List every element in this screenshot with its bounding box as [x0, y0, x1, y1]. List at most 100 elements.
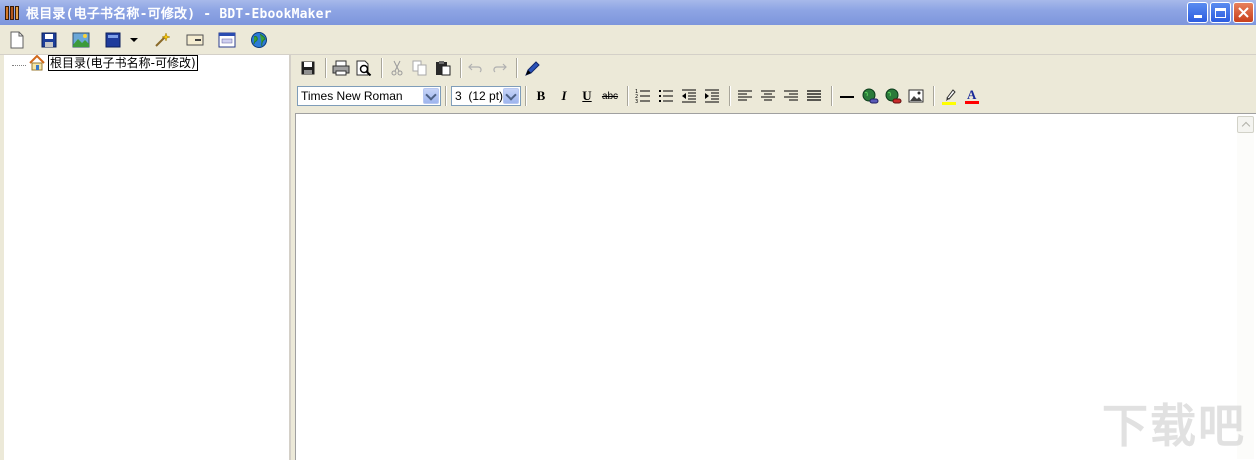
undo-icon: [468, 63, 482, 73]
close-button[interactable]: [1233, 2, 1254, 23]
new-button[interactable]: [6, 29, 28, 51]
separator: [831, 86, 833, 106]
align-left-button[interactable]: [735, 86, 755, 106]
italic-button[interactable]: I: [554, 86, 574, 106]
maximize-button[interactable]: [1210, 2, 1231, 23]
watermark: 下载吧: [1102, 399, 1246, 453]
align-right-button[interactable]: [781, 86, 801, 106]
font-color-label: A: [967, 87, 977, 102]
wand-button[interactable]: [152, 29, 174, 51]
unlink-globe-icon: [885, 88, 902, 104]
book-dropdown-arrow[interactable]: [130, 37, 138, 42]
book-button[interactable]: [102, 29, 124, 51]
underline-label: U: [582, 88, 592, 103]
svg-text:3: 3: [635, 99, 638, 104]
link-globe-icon: [862, 88, 879, 104]
tree-root-node[interactable]: 根目录(电子书名称-可修改): [12, 55, 198, 71]
card-button[interactable]: [184, 29, 206, 51]
insert-link-button[interactable]: [860, 86, 880, 106]
chapter-tree[interactable]: 根目录(电子书名称-可修改): [4, 55, 291, 460]
bold-button[interactable]: B: [531, 86, 551, 106]
cut-button[interactable]: [387, 58, 407, 78]
home-icon: [29, 55, 45, 71]
horizontal-rule-button[interactable]: [837, 86, 857, 106]
window-controls: [1187, 2, 1254, 23]
save-button[interactable]: [38, 29, 60, 51]
tree-root-label[interactable]: 根目录(电子书名称-可修改): [48, 55, 198, 71]
insert-image-button[interactable]: [70, 29, 92, 51]
font-name-select[interactable]: Times New Roman: [297, 86, 441, 106]
highlight-button[interactable]: [939, 86, 959, 106]
new-icon: [10, 31, 24, 48]
wand-icon: [155, 31, 171, 47]
bullet-list-button[interactable]: [656, 86, 676, 106]
editor-toolbar-top: [295, 55, 1256, 81]
window-icon: [218, 32, 236, 47]
align-left-icon: [738, 90, 752, 101]
editor-content-area[interactable]: 下载吧: [295, 113, 1256, 460]
insert-image-editor-button[interactable]: [906, 86, 926, 106]
app-books-icon: [5, 5, 21, 21]
separator: [381, 58, 383, 78]
print-icon: [332, 60, 350, 76]
editor-toolbar-format: Times New Roman 3 (12 pt) B I U abc 123: [295, 83, 1256, 109]
font-name-value: Times New Roman: [301, 89, 403, 103]
paste-button[interactable]: [433, 58, 453, 78]
window-title: 根目录(电子书名称-可修改) - BDT-EbookMaker: [26, 7, 332, 22]
underline-button[interactable]: U: [577, 86, 597, 106]
chevron-down-icon[interactable]: [503, 88, 519, 104]
font-color-button[interactable]: A: [962, 86, 982, 106]
justify-button[interactable]: [804, 86, 824, 106]
justify-icon: [807, 90, 821, 101]
separator: [729, 86, 731, 106]
pen-icon: [525, 61, 540, 76]
outdent-icon: [682, 89, 696, 103]
print-button[interactable]: [331, 58, 351, 78]
cut-icon: [391, 60, 403, 76]
book-icon: [105, 32, 121, 47]
separator: [933, 86, 935, 106]
font-color-icon: A: [965, 87, 979, 104]
bullet-list-icon: [659, 90, 673, 102]
remove-link-button[interactable]: [883, 86, 903, 106]
card-icon: [186, 34, 204, 45]
scroll-up-button[interactable]: [1237, 116, 1254, 133]
copy-button[interactable]: [410, 58, 430, 78]
html-editor: Times New Roman 3 (12 pt) B I U abc 123: [295, 55, 1256, 460]
redo-icon: [493, 63, 507, 73]
print-preview-button[interactable]: [354, 58, 374, 78]
redo-button[interactable]: [489, 58, 509, 78]
highlighter-icon: [942, 89, 956, 105]
minimize-button[interactable]: [1187, 2, 1208, 23]
separator: [516, 58, 518, 78]
font-size-value: 3 (12 pt): [455, 89, 504, 103]
editor-save-button[interactable]: [298, 58, 318, 78]
separator: [460, 58, 462, 78]
image-icon: [72, 32, 90, 47]
strikethrough-button[interactable]: abc: [600, 86, 620, 106]
title-bar[interactable]: 根目录(电子书名称-可修改) - BDT-EbookMaker: [0, 0, 1256, 25]
separator: [525, 86, 527, 106]
chevron-down-icon[interactable]: [423, 88, 439, 104]
undo-button[interactable]: [466, 58, 486, 78]
separator: [325, 58, 327, 78]
align-center-icon: [761, 90, 775, 101]
edit-pen-button[interactable]: [522, 58, 542, 78]
separator: [445, 86, 447, 106]
print-preview-icon: [356, 60, 372, 76]
indent-button[interactable]: [702, 86, 722, 106]
paste-icon: [436, 61, 451, 76]
numbered-list-button[interactable]: 123: [633, 86, 653, 106]
align-center-button[interactable]: [758, 86, 778, 106]
globe-button[interactable]: [248, 29, 270, 51]
indent-icon: [705, 89, 719, 103]
globe-icon: [251, 31, 267, 48]
font-size-select[interactable]: 3 (12 pt): [451, 86, 521, 106]
italic-label: I: [561, 88, 567, 103]
window-button[interactable]: [216, 29, 238, 51]
strikethrough-label: abc: [601, 90, 619, 102]
outdent-button[interactable]: [679, 86, 699, 106]
save-icon: [41, 32, 57, 47]
save-icon: [301, 61, 315, 75]
bold-label: B: [536, 88, 546, 103]
